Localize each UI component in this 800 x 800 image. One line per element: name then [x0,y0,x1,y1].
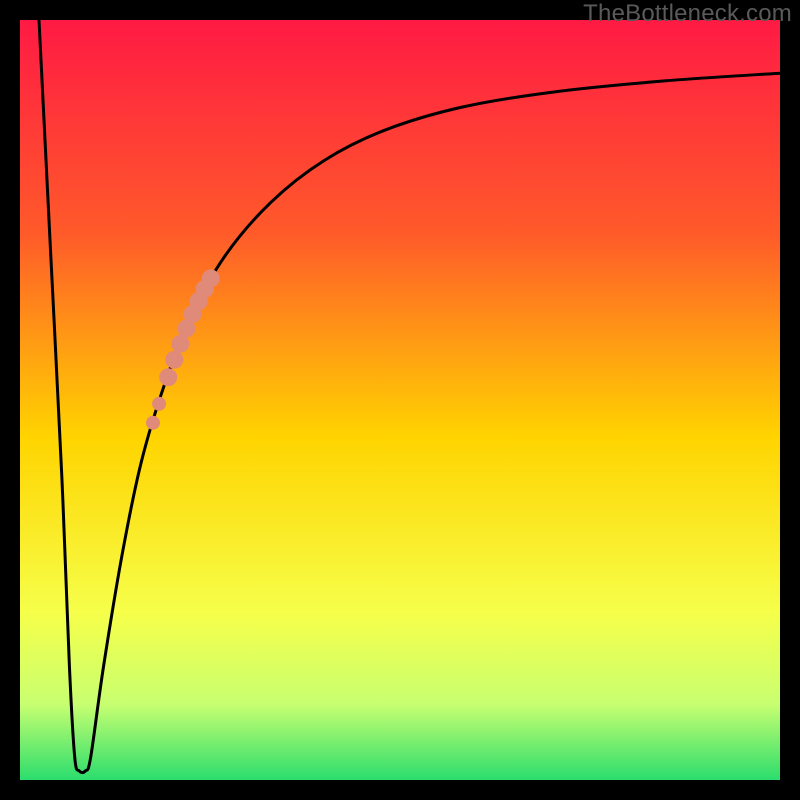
highlight-dot [152,397,166,411]
highlight-dot [202,269,220,287]
chart-svg [20,20,780,780]
highlight-dot [165,351,183,369]
gradient-background [20,20,780,780]
highlight-dot [146,416,160,430]
plot-area [20,20,780,780]
watermark-text: TheBottleneck.com [583,0,792,28]
highlight-dot [159,368,177,386]
chart-frame: TheBottleneck.com [0,0,800,800]
